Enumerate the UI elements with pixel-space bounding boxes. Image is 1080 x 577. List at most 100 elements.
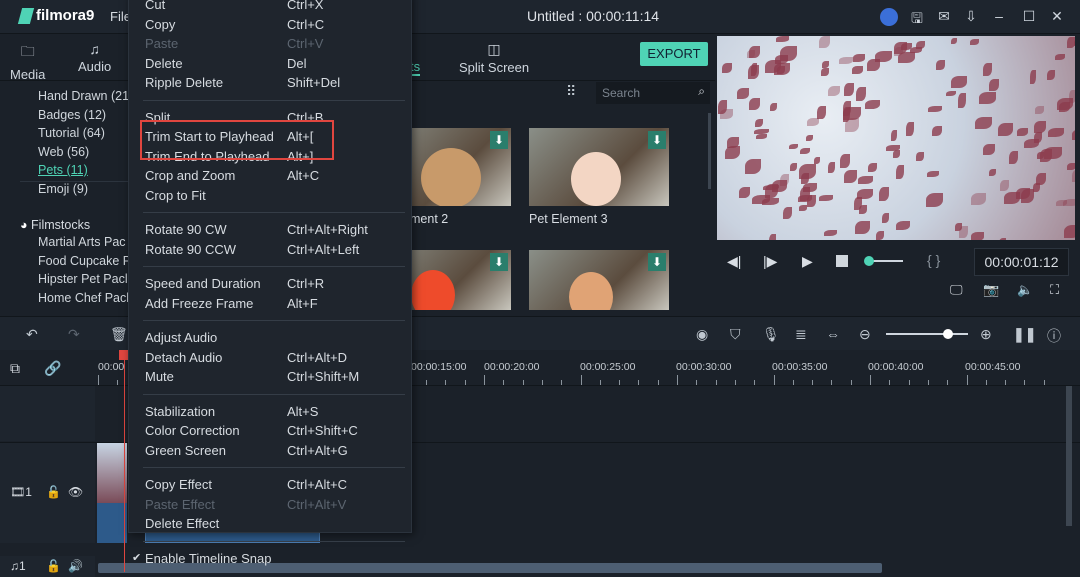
category-item[interactable]: Web (56) — [38, 145, 89, 159]
menu-item-green-screen[interactable]: Green Screen Ctrl+Alt+G — [145, 441, 405, 461]
play-icon[interactable]: ▶ — [802, 253, 813, 270]
element-thumbnail[interactable]: ⬇ — [529, 128, 669, 206]
menu-item-add-freeze-frame[interactable]: Add Freeze Frame Alt+F — [145, 294, 405, 314]
zoom-in-icon[interactable]: ⊕ — [980, 326, 992, 343]
leaf-shape — [896, 165, 905, 180]
ruler-tick — [773, 375, 775, 385]
render-icon[interactable]: ◉ — [696, 326, 708, 343]
leaf-shape — [827, 85, 840, 97]
menu-item-crop-and-zoom[interactable]: Crop and Zoom Alt+C — [145, 166, 405, 186]
menu-item-cut[interactable]: Cut Ctrl+X — [145, 0, 405, 15]
next-frame-icon[interactable]: |▶ — [763, 253, 777, 270]
filmstock-item[interactable]: Food Cupcake P — [38, 254, 131, 268]
menu-item-color-correction[interactable]: Color Correction Ctrl+Shift+C — [145, 421, 405, 441]
lock-icon[interactable]: 🔓 — [46, 485, 61, 499]
leaf-shape — [881, 212, 890, 223]
save-icon[interactable]: 🖫 — [908, 8, 926, 26]
menu-item-paste[interactable]: Paste Ctrl+V — [145, 34, 405, 54]
download-icon[interactable]: ⬇ — [648, 253, 666, 271]
maximize-icon[interactable]: ☐ — [1020, 8, 1038, 26]
audio-track-icon: ♫1 — [10, 559, 26, 573]
leaf-shape — [951, 75, 967, 88]
leaf-shape — [925, 193, 944, 208]
library-scrollbar[interactable] — [708, 113, 711, 189]
download-icon[interactable]: ⬇ — [490, 253, 508, 271]
menu-item-stabilization[interactable]: Stabilization Alt+S — [145, 402, 405, 422]
grid-view-icon[interactable]: ⠿ — [566, 83, 576, 100]
download-icon[interactable]: ⬇ — [648, 131, 666, 149]
video-clip[interactable] — [97, 443, 127, 543]
category-item[interactable]: Emoji (9) — [38, 182, 88, 196]
menu-item-delete[interactable]: Delete Del — [145, 54, 405, 74]
timeline-vertical-scrollbar[interactable] — [1066, 386, 1072, 526]
pause-layout-icon[interactable]: ❚❚ — [1013, 326, 1036, 343]
menu-item-crop-to-fit[interactable]: Crop to Fit — [145, 186, 405, 206]
microphone-icon[interactable]: 🎙 — [762, 326, 780, 343]
delete-icon[interactable]: 🗑 — [110, 326, 128, 343]
speaker-icon[interactable]: 🔊 — [68, 559, 83, 573]
menu-item-delete-effect[interactable]: Delete Effect — [145, 514, 405, 534]
playhead[interactable] — [124, 350, 125, 572]
link-icon[interactable]: 🔗 — [44, 360, 61, 377]
leaf-shape — [876, 230, 885, 240]
menu-item-rotate-90-cw[interactable]: Rotate 90 CW Ctrl+Alt+Right — [145, 220, 405, 240]
menu-item-adjust-audio[interactable]: Adjust Audio — [145, 328, 405, 348]
snapshot-icon[interactable]: 📷 — [983, 282, 999, 298]
tab-audio[interactable]: ♫ Audio — [78, 41, 111, 74]
zoom-knob[interactable] — [942, 329, 953, 339]
stop-icon[interactable] — [836, 255, 848, 267]
account-icon[interactable] — [880, 8, 898, 26]
element-thumbnail[interactable]: ⬇ — [529, 250, 669, 310]
zoom-out-icon[interactable]: ⊖ — [859, 326, 871, 343]
export-button[interactable]: EXPORT — [640, 42, 708, 66]
menu-item-mute[interactable]: Mute Ctrl+Shift+M — [145, 367, 405, 387]
eye-icon[interactable]: 👁 — [68, 485, 83, 499]
mail-icon[interactable]: ✉ — [935, 8, 953, 26]
slider-knob[interactable] — [863, 256, 874, 266]
filmstock-item[interactable]: Home Chef Pacl — [38, 291, 129, 305]
search-icon[interactable]: ⌕ — [698, 84, 705, 99]
mark-in-out-icon[interactable]: { } — [927, 252, 940, 268]
menu-item-copy[interactable]: Copy Ctrl+C — [145, 15, 405, 35]
menu-item-detach-audio[interactable]: Detach Audio Ctrl+Alt+D — [145, 348, 405, 368]
category-item[interactable]: Tutorial (64) — [38, 126, 105, 140]
category-item[interactable]: Badges (12) — [38, 108, 106, 122]
menu-item-paste-effect[interactable]: Paste Effect Ctrl+Alt+V — [145, 495, 405, 515]
search-input[interactable]: Search ⌕ — [596, 82, 710, 104]
zoom-slider[interactable] — [886, 329, 968, 339]
minimize-icon[interactable]: – — [990, 8, 1008, 26]
category-item[interactable]: Pets (11) — [38, 163, 88, 177]
menu-item-copy-effect[interactable]: Copy Effect Ctrl+Alt+C — [145, 475, 405, 495]
close-icon[interactable]: ✕ — [1048, 8, 1066, 26]
menu-item-label: Ripple Delete — [145, 75, 224, 90]
undo-icon[interactable]: ↶ — [26, 326, 38, 343]
render-preview-icon[interactable]: 🖵 — [950, 282, 963, 298]
download-icon[interactable]: ⬇ — [490, 131, 508, 149]
previous-frame-icon[interactable]: ◀| — [727, 253, 741, 270]
filmstock-item[interactable]: Martial Arts Pac — [38, 235, 126, 249]
category-item[interactable]: Hand Drawn (21 — [38, 89, 129, 103]
menu-item-ripple-delete[interactable]: Ripple Delete Shift+Del — [145, 73, 405, 93]
redo-icon[interactable]: ↷ — [68, 326, 80, 343]
playback-slider[interactable] — [863, 256, 903, 266]
leaf-shape — [999, 180, 1010, 192]
marker-icon[interactable]: ⛉ — [730, 326, 741, 343]
fullscreen-icon[interactable]: ⛶ — [1050, 282, 1059, 298]
menu-item-label: Paste Effect — [145, 496, 215, 512]
lock-icon[interactable]: 🔓 — [46, 559, 61, 573]
audio-mixer-icon[interactable]: ≣ — [795, 326, 807, 343]
leaf-shape — [746, 49, 755, 58]
filmstock-item[interactable]: Hipster Pet Pacl — [38, 272, 128, 286]
volume-icon[interactable]: 🔈 — [1017, 282, 1033, 298]
menu-item-enable-timeline-snap[interactable]: ✔ Enable Timeline Snap — [132, 549, 405, 569]
add-track-icon[interactable]: ⧉ — [10, 360, 20, 377]
menu-item-speed-and-duration[interactable]: Speed and Duration Ctrl+R — [145, 274, 405, 294]
filmstocks-header[interactable]: ◕ Filmstocks — [20, 218, 90, 232]
fit-icon[interactable]: ⇔ — [826, 326, 840, 342]
download-icon[interactable]: ⇩ — [962, 8, 980, 26]
leaf-shape — [957, 93, 966, 109]
tab-split-screen[interactable]: ◫ Split Screen — [459, 41, 529, 75]
tab-media[interactable]: 🗀 Media — [10, 41, 45, 82]
help-icon[interactable]: ⓘ — [1047, 326, 1061, 346]
menu-item-rotate-90-ccw[interactable]: Rotate 90 CCW Ctrl+Alt+Left — [145, 240, 405, 260]
